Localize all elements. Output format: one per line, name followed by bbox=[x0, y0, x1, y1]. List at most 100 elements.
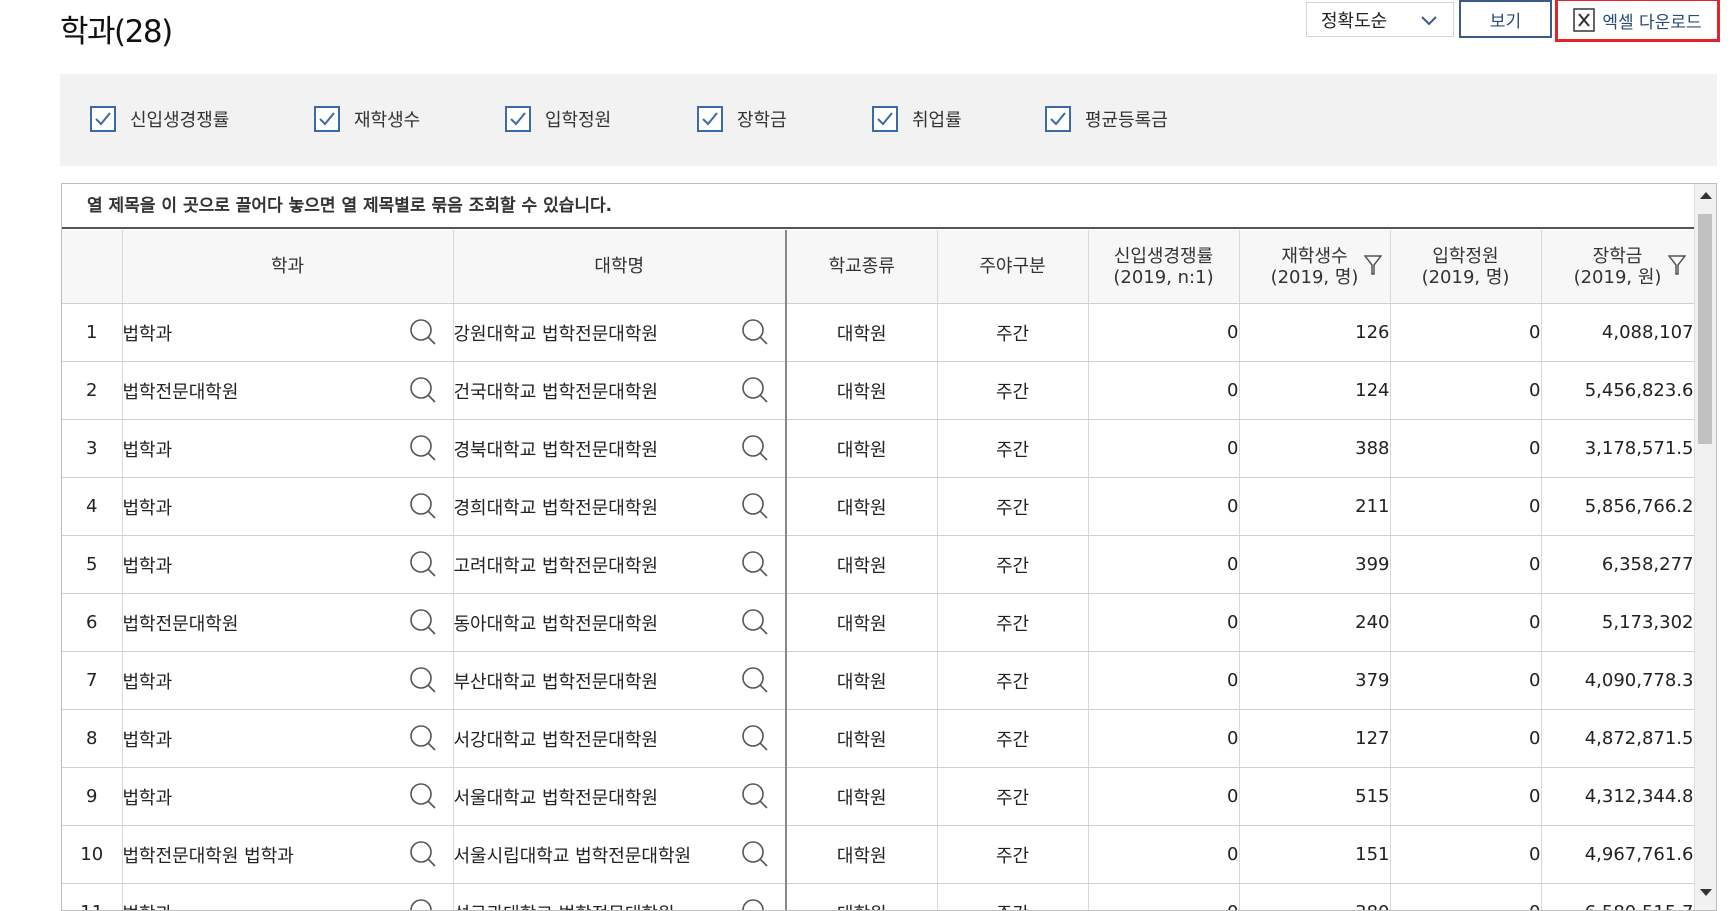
checkbox[interactable] bbox=[314, 106, 340, 132]
univ-cell[interactable]: 경북대학교 법학전문대학원 bbox=[453, 419, 787, 478]
search-icon[interactable] bbox=[409, 492, 437, 520]
table-row[interactable]: 9 법학과 서울대학교 법학전문대학원 대학원 주간 0 515 0 4,312,344.8 bbox=[62, 767, 1695, 826]
table-row[interactable]: 6 법학전문대학원 동아대학교 법학전문대학원 대학원 주간 0 240 0 5,173,302 bbox=[62, 593, 1695, 652]
col-header-students[interactable]: 재학생수 (2019, 명) bbox=[1239, 230, 1391, 304]
search-icon[interactable] bbox=[741, 492, 769, 520]
search-icon[interactable] bbox=[741, 376, 769, 404]
search-icon[interactable] bbox=[409, 376, 437, 404]
table-row[interactable]: 11법학과성균관대학교 법학전문대학원대학원주간038006,580,515.7 bbox=[62, 883, 1695, 911]
univ-cell[interactable]: 경희대학교 법학전문대학원 bbox=[453, 477, 787, 536]
dept-cell[interactable]: 법학과 bbox=[122, 651, 454, 710]
dept-cell[interactable]: 법학전문대학원 bbox=[122, 593, 454, 652]
filter-funnel-icon[interactable] bbox=[1667, 254, 1686, 276]
group-by-drop-zone[interactable]: 열 제목을 이 곳으로 끌어다 놓으면 열 제목별로 묶음 조회할 수 있습니다… bbox=[62, 184, 1694, 229]
col-header-type[interactable]: 학교종류 bbox=[786, 230, 938, 304]
univ-cell[interactable]: 고려대학교 법학전문대학원 bbox=[453, 535, 787, 594]
checkbox[interactable] bbox=[697, 106, 723, 132]
search-icon[interactable] bbox=[409, 782, 437, 810]
filter-checkbox-item[interactable]: 신입생경쟁률 bbox=[90, 106, 229, 132]
row-index: 7 bbox=[62, 651, 123, 710]
col-header-quota-label: 입학정원 bbox=[1432, 245, 1499, 267]
dept-cell[interactable]: 법학과 bbox=[122, 419, 454, 478]
search-icon[interactable] bbox=[409, 318, 437, 346]
dept-cell[interactable]: 법학전문대학원 bbox=[122, 361, 454, 420]
search-icon[interactable] bbox=[409, 666, 437, 694]
search-icon[interactable] bbox=[741, 782, 769, 810]
dept-cell[interactable]: 법학과 bbox=[122, 477, 454, 536]
dept-cell[interactable]: 법학과 bbox=[122, 883, 454, 911]
col-header-competition[interactable]: 신입생경쟁률 (2019, n:1) bbox=[1088, 230, 1240, 304]
scholarship-cell: 4,088,107 bbox=[1541, 303, 1695, 362]
table-row[interactable]: 8 법학과 서강대학교 법학전문대학원 대학원 주간 0 127 0 4,872,871.5 bbox=[62, 709, 1695, 768]
table-row[interactable]: 7 법학과 부산대학교 법학전문대학원 대학원 주간 0 379 0 4,090,778.3 bbox=[62, 651, 1695, 710]
univ-cell[interactable]: 서강대학교 법학전문대학원 bbox=[453, 709, 787, 768]
view-button[interactable]: 보기 bbox=[1459, 0, 1552, 38]
filter-funnel-icon[interactable] bbox=[1363, 254, 1382, 276]
col-header-quota[interactable]: 입학정원 (2019, 명) bbox=[1390, 230, 1542, 304]
filter-checkbox-item[interactable]: 재학생수 bbox=[314, 106, 420, 132]
dept-cell[interactable]: 법학전문대학원 법학과 bbox=[122, 825, 454, 884]
sort-dropdown[interactable]: 정확도순 bbox=[1306, 2, 1454, 37]
filter-checkbox-item[interactable]: 평균등록금 bbox=[1045, 106, 1168, 132]
filter-checkbox-item[interactable]: 취업률 bbox=[872, 106, 962, 132]
page-title: 학과(28) bbox=[60, 14, 173, 50]
search-icon[interactable] bbox=[741, 608, 769, 636]
checkbox-label: 평균등록금 bbox=[1085, 110, 1168, 131]
search-icon[interactable] bbox=[741, 724, 769, 752]
search-icon[interactable] bbox=[409, 840, 437, 868]
scroll-up-arrow-icon[interactable] bbox=[1700, 192, 1712, 199]
univ-cell[interactable]: 건국대학교 법학전문대학원 bbox=[453, 361, 787, 420]
search-icon[interactable] bbox=[741, 898, 769, 911]
checkbox[interactable] bbox=[1045, 106, 1071, 132]
table-row[interactable]: 1 법학과 강원대학교 법학전문대학원 대학원 주간 0 126 0 4,088,107 bbox=[62, 303, 1695, 362]
table-row[interactable]: 3 법학과 경북대학교 법학전문대학원 대학원 주간 0 388 0 3,178,571.5 bbox=[62, 419, 1695, 478]
quota-cell: 0 bbox=[1390, 883, 1542, 910]
table-row[interactable]: 5 법학과 고려대학교 법학전문대학원 대학원 주간 0 399 0 6,358,277 bbox=[62, 535, 1695, 594]
univ-cell[interactable]: 서울시립대학교 법학전문대학원 bbox=[453, 825, 787, 884]
school-type-cell: 대학원 bbox=[786, 303, 938, 362]
col-header-scholarship[interactable]: 장학금 (2019, 원) bbox=[1541, 230, 1695, 304]
daynight-cell: 주간 bbox=[937, 419, 1089, 478]
dept-cell[interactable]: 법학과 bbox=[122, 535, 454, 594]
col-header-daynight[interactable]: 주야구분 bbox=[937, 230, 1089, 304]
quota-cell: 0 bbox=[1390, 361, 1542, 420]
col-header-univ[interactable]: 대학명 bbox=[453, 230, 787, 304]
search-icon[interactable] bbox=[741, 434, 769, 462]
univ-cell[interactable]: 동아대학교 법학전문대학원 bbox=[453, 593, 787, 652]
students-cell: 399 bbox=[1239, 535, 1391, 594]
quota-cell: 0 bbox=[1390, 419, 1542, 478]
univ-cell[interactable]: 성균관대학교 법학전문대학원 bbox=[453, 883, 787, 911]
vertical-scrollbar[interactable] bbox=[1694, 184, 1716, 910]
search-icon[interactable] bbox=[741, 550, 769, 578]
table-row[interactable]: 4 법학과 경희대학교 법학전문대학원 대학원 주간 0 211 0 5,856,766.2 bbox=[62, 477, 1695, 536]
dept-cell[interactable]: 법학과 bbox=[122, 767, 454, 826]
dept-cell[interactable]: 법학과 bbox=[122, 303, 454, 362]
filter-checkbox-item[interactable]: 입학정원 bbox=[505, 106, 611, 132]
scroll-down-arrow-icon[interactable] bbox=[1700, 889, 1712, 896]
row-index: 11 bbox=[62, 883, 123, 910]
table-row[interactable]: 2 법학전문대학원 건국대학교 법학전문대학원 대학원 주간 0 124 0 5,456,823… bbox=[62, 361, 1695, 420]
search-icon[interactable] bbox=[741, 318, 769, 346]
search-icon[interactable] bbox=[741, 666, 769, 694]
dept-name: 법학과 bbox=[122, 323, 173, 345]
checkmark-icon bbox=[319, 112, 335, 126]
search-icon[interactable] bbox=[409, 608, 437, 636]
checkbox[interactable] bbox=[505, 106, 531, 132]
dept-cell[interactable]: 법학과 bbox=[122, 709, 454, 768]
search-icon[interactable] bbox=[409, 550, 437, 578]
univ-cell[interactable]: 부산대학교 법학전문대학원 bbox=[453, 651, 787, 710]
table-row[interactable]: 10 법학전문대학원 법학과 서울시립대학교 법학전문대학원 대학원 주간 0 151 0 4,… bbox=[62, 825, 1695, 884]
search-icon[interactable] bbox=[741, 840, 769, 868]
univ-cell[interactable]: 서울대학교 법학전문대학원 bbox=[453, 767, 787, 826]
col-header-dept[interactable]: 학과 bbox=[122, 230, 454, 304]
scrollbar-thumb[interactable] bbox=[1698, 214, 1712, 444]
filter-checkbox-item[interactable]: 장학금 bbox=[697, 106, 787, 132]
school-type-cell: 대학원 bbox=[786, 593, 938, 652]
checkbox[interactable] bbox=[90, 106, 116, 132]
excel-download-button[interactable]: 엑셀 다운로드 bbox=[1555, 0, 1720, 42]
search-icon[interactable] bbox=[409, 434, 437, 462]
checkbox[interactable] bbox=[872, 106, 898, 132]
search-icon[interactable] bbox=[409, 898, 437, 911]
search-icon[interactable] bbox=[409, 724, 437, 752]
univ-cell[interactable]: 강원대학교 법학전문대학원 bbox=[453, 303, 787, 362]
